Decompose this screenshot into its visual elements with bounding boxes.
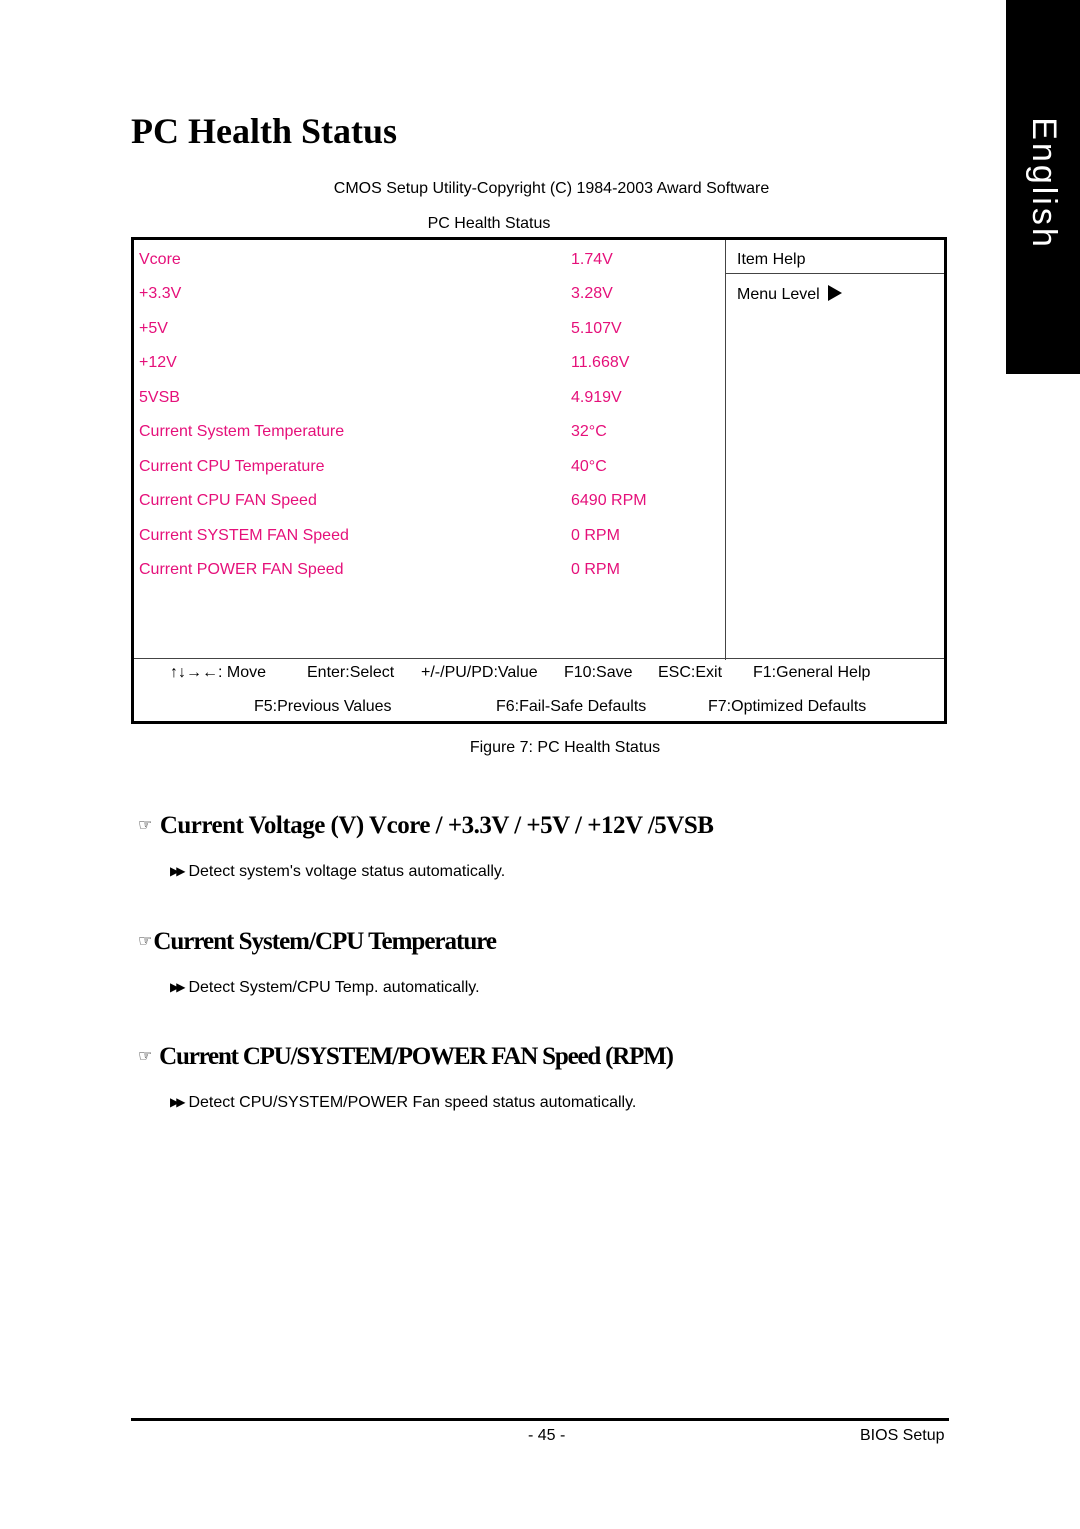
item-label: Current SYSTEM FAN Speed bbox=[139, 527, 349, 544]
key-enter-select: Enter:Select bbox=[307, 664, 395, 681]
key-f6-failsafe: F6:Fail-Safe Defaults bbox=[496, 698, 647, 715]
double-arrow-icon: ▶▶ bbox=[170, 1095, 186, 1109]
key-f10-save: F10:Save bbox=[564, 664, 633, 681]
footer-divider bbox=[134, 658, 944, 659]
figure-caption: Figure 7: PC Health Status bbox=[469, 739, 661, 756]
arrow-keys-icon: ↑↓→← bbox=[170, 664, 218, 681]
item-label: Current POWER FAN Speed bbox=[139, 561, 344, 578]
item-label: 5VSB bbox=[139, 389, 180, 406]
menu-level: Menu Level bbox=[737, 285, 842, 304]
item-label: Vcore bbox=[139, 251, 181, 268]
key-f7-optimized: F7:Optimized Defaults bbox=[708, 698, 867, 715]
pointing-hand-icon: ☞ bbox=[138, 931, 152, 950]
section-heading-text: Current System/CPU Temperature bbox=[153, 928, 497, 955]
item-label: Current System Temperature bbox=[139, 423, 345, 440]
menu-level-label: Menu Level bbox=[737, 286, 820, 303]
item-label: +12V bbox=[139, 354, 177, 371]
section-fan-heading: ☞ Current CPU/SYSTEM/POWER FAN Speed (RPM… bbox=[138, 1043, 674, 1071]
bios-screen-title: PC Health Status bbox=[427, 215, 551, 232]
double-arrow-icon: ▶▶ bbox=[170, 864, 186, 878]
item-label: Current CPU FAN Speed bbox=[139, 492, 317, 509]
item-label: +5V bbox=[139, 320, 168, 337]
pointing-hand-icon: ☞ bbox=[138, 1046, 152, 1065]
double-arrow-icon: ▶▶ bbox=[170, 980, 186, 994]
key-f5-previous: F5:Previous Values bbox=[254, 698, 392, 715]
pointing-hand-icon: ☞ bbox=[138, 815, 152, 834]
section-description-text: Detect System/CPU Temp. automatically. bbox=[188, 979, 480, 996]
bios-screen: Vcore 1.74V +3.3V 3.28V +5V 5.107V +12V … bbox=[131, 237, 947, 724]
item-value: 6490 RPM bbox=[571, 492, 647, 509]
section-description-text: Detect system's voltage status automatic… bbox=[188, 863, 506, 880]
key-value: +/-/PU/PD:Value bbox=[421, 664, 538, 681]
section-fan-description: ▶▶ Detect CPU/SYSTEM/POWER Fan speed stat… bbox=[170, 1094, 636, 1112]
triangle-right-icon bbox=[827, 285, 842, 301]
section-heading-text: Current Voltage (V) Vcore / +3.3V / +5V … bbox=[159, 812, 714, 839]
item-value: 3.28V bbox=[571, 285, 613, 302]
item-value: 40°C bbox=[571, 458, 607, 475]
item-value: 0 RPM bbox=[571, 527, 620, 544]
help-title-divider bbox=[725, 273, 944, 274]
section-description-text: Detect CPU/SYSTEM/POWER Fan speed status… bbox=[188, 1094, 637, 1111]
footer-rule bbox=[131, 1418, 949, 1421]
item-value: 1.74V bbox=[571, 251, 613, 268]
bios-copyright: CMOS Setup Utility-Copyright (C) 1984-20… bbox=[333, 180, 770, 197]
language-tab-label-wrap: English bbox=[1006, 116, 1080, 250]
section-voltage-heading: ☞ Current Voltage (V) Vcore / +3.3V / +5V… bbox=[138, 812, 714, 840]
item-value: 0 RPM bbox=[571, 561, 620, 578]
item-value: 11.668V bbox=[571, 354, 630, 371]
item-value: 32°C bbox=[571, 423, 607, 440]
footer-section-label: BIOS Setup bbox=[860, 1427, 945, 1444]
item-label: Current CPU Temperature bbox=[139, 458, 325, 475]
key-move-label: : Move bbox=[218, 664, 267, 681]
section-temperature-description: ▶▶ Detect System/CPU Temp. automatically. bbox=[170, 979, 480, 997]
section-temperature-heading: ☞Current System/CPU Temperature bbox=[138, 928, 497, 956]
key-esc-exit: ESC:Exit bbox=[658, 664, 723, 681]
page-number: - 45 - bbox=[528, 1427, 566, 1444]
item-help-title: Item Help bbox=[737, 251, 806, 268]
section-voltage-description: ▶▶ Detect system's voltage status automat… bbox=[170, 863, 505, 881]
item-value: 4.919V bbox=[571, 389, 622, 406]
language-tab-label: English bbox=[1024, 116, 1063, 250]
item-label: +3.3V bbox=[139, 285, 182, 302]
section-heading-text: Current CPU/SYSTEM/POWER FAN Speed (RPM) bbox=[159, 1043, 674, 1070]
item-value: 5.107V bbox=[571, 320, 622, 337]
key-f1-help: F1:General Help bbox=[753, 664, 871, 681]
page-title: PC Health Status bbox=[131, 111, 398, 151]
key-move: ↑↓→←: Move bbox=[170, 664, 266, 682]
help-divider bbox=[725, 240, 726, 660]
